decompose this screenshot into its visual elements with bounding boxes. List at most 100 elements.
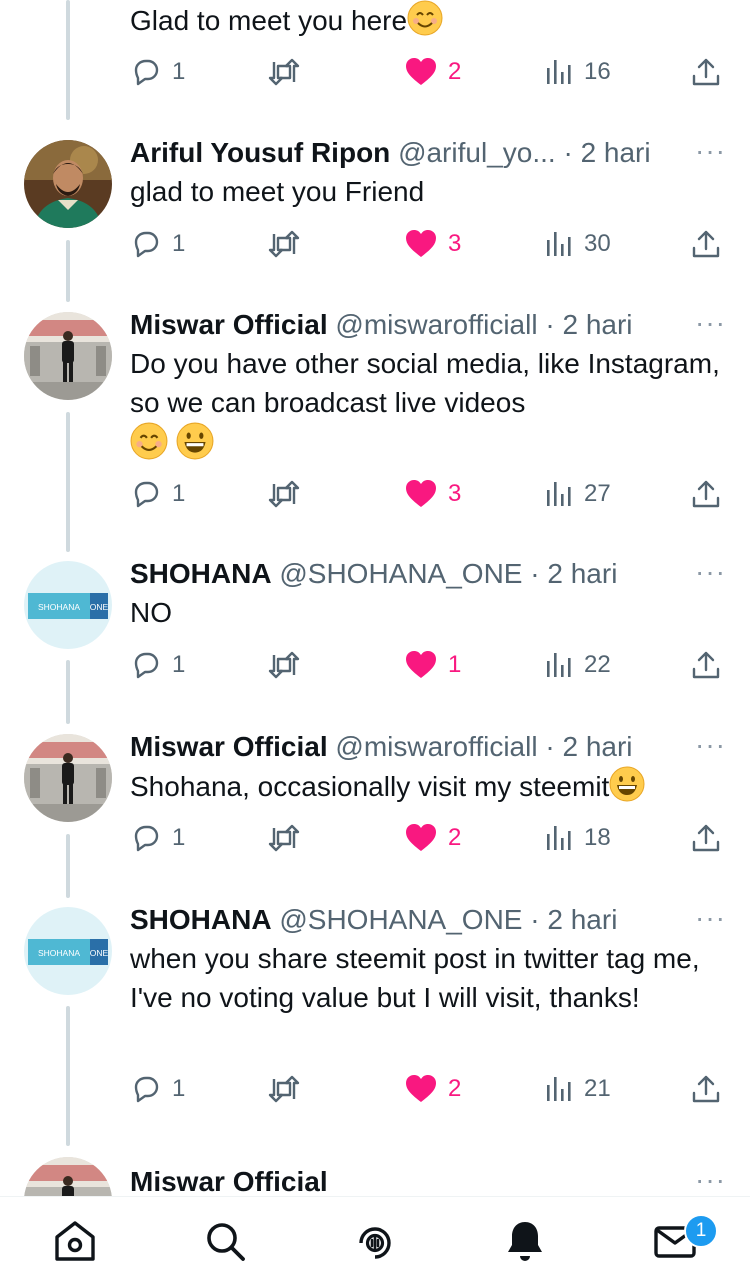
reply-button[interactable]: 1 — [130, 645, 185, 685]
view-count: 16 — [584, 58, 611, 85]
share-icon — [692, 58, 720, 86]
retweet-icon — [268, 824, 300, 852]
retweet-button[interactable] — [266, 1069, 302, 1109]
reply-button[interactable]: 1 — [130, 224, 185, 264]
logo-text: SHOHANA — [38, 602, 80, 612]
like-button[interactable]: 3 — [404, 474, 461, 514]
author-name[interactable]: Ariful Yousuf Ripon — [130, 137, 390, 168]
author-handle[interactable]: @SHOHANA_ONE — [279, 904, 522, 935]
reply-button[interactable]: 1 — [130, 474, 185, 514]
more-options-icon[interactable]: ··· — [695, 134, 726, 168]
share-button[interactable] — [690, 52, 722, 92]
more-options-icon[interactable]: ··· — [695, 306, 726, 340]
more-options-icon[interactable]: ··· — [695, 555, 726, 589]
avatar[interactable] — [24, 312, 112, 400]
reply-button[interactable]: 1 — [130, 1069, 185, 1109]
tweet-actions: 1 3 30 — [130, 224, 724, 264]
reply-icon — [134, 1076, 159, 1103]
reply-icon — [134, 481, 159, 508]
share-icon — [692, 230, 720, 258]
author-name[interactable]: Miswar Official — [130, 1166, 328, 1196]
author-handle[interactable]: @ariful_yo... — [398, 137, 556, 168]
thread-line — [66, 240, 70, 302]
avatar[interactable] — [24, 1157, 112, 1196]
tweet-text: Do you have other social media, like Ins… — [130, 348, 720, 418]
retweet-button[interactable] — [266, 645, 302, 685]
notifications-icon[interactable] — [501, 1217, 549, 1265]
more-options-icon[interactable]: ··· — [695, 901, 726, 935]
timestamp[interactable]: 2 hari — [581, 137, 651, 168]
like-count: 2 — [448, 58, 462, 85]
views-button[interactable]: 21 — [544, 1069, 611, 1109]
tweet-header: SHOHANA @SHOHANA_ONE · 2 hari — [130, 555, 726, 593]
author-handle[interactable]: @SHOHANA_ONE — [279, 558, 522, 589]
avatar[interactable] — [24, 734, 112, 822]
timestamp[interactable]: 2 hari — [547, 904, 617, 935]
retweet-icon — [268, 230, 300, 258]
retweet-icon — [268, 651, 300, 679]
view-count: 18 — [584, 824, 611, 851]
tweet-actions: 1 1 22 — [130, 645, 724, 685]
reply-button[interactable]: 1 — [130, 52, 185, 92]
like-button[interactable]: 2 — [404, 1069, 461, 1109]
like-count: 3 — [448, 480, 462, 507]
separator: · — [530, 904, 540, 935]
author-name[interactable]: Miswar Official — [130, 309, 328, 340]
views-icon — [547, 653, 571, 677]
heart-icon — [406, 480, 436, 507]
views-icon — [547, 60, 571, 84]
reply-count: 1 — [172, 824, 186, 851]
retweet-button[interactable] — [266, 224, 302, 264]
tweet-header: SHOHANA @SHOHANA_ONE · 2 hari — [130, 901, 726, 939]
tweet-header: Ariful Yousuf Ripon @ariful_yo... · 2 ha… — [130, 134, 726, 172]
avatar[interactable]: SHOHANA ONE — [24, 561, 112, 649]
author-name[interactable]: SHOHANA — [130, 558, 272, 589]
like-count: 1 — [448, 651, 462, 678]
views-button[interactable]: 16 — [544, 52, 611, 92]
share-button[interactable] — [690, 645, 722, 685]
more-options-icon[interactable]: ··· — [695, 728, 726, 762]
avatar[interactable] — [24, 140, 112, 228]
author-handle[interactable]: @miswarofficiall — [335, 309, 537, 340]
tweet-header: Miswar Official @miswarofficiall · 2 har… — [130, 306, 726, 344]
logo-text: ONE — [90, 602, 109, 612]
timestamp[interactable]: 2 hari — [547, 558, 617, 589]
views-icon — [547, 232, 571, 256]
views-button[interactable]: 30 — [544, 224, 611, 264]
author-handle[interactable]: @miswarofficiall — [335, 731, 537, 762]
author-name[interactable]: SHOHANA — [130, 904, 272, 935]
share-button[interactable] — [690, 224, 722, 264]
grinning-face-emoji — [609, 766, 645, 812]
like-button[interactable]: 3 — [404, 224, 461, 264]
views-button[interactable]: 27 — [544, 474, 611, 514]
search-icon[interactable] — [201, 1217, 249, 1265]
retweet-button[interactable] — [266, 818, 302, 858]
reply-icon — [134, 825, 159, 852]
home-icon[interactable] — [51, 1217, 99, 1265]
like-button[interactable]: 2 — [404, 52, 461, 92]
views-icon — [547, 826, 571, 850]
logo-text: ONE — [90, 948, 109, 958]
reply-button[interactable]: 1 — [130, 818, 185, 858]
avatar[interactable]: SHOHANA ONE — [24, 907, 112, 995]
views-button[interactable]: 22 — [544, 645, 611, 685]
like-button[interactable]: 2 — [404, 818, 461, 858]
retweet-button[interactable] — [266, 474, 302, 514]
more-options-icon[interactable]: ··· — [695, 1163, 726, 1196]
timestamp[interactable]: 2 hari — [562, 309, 632, 340]
views-button[interactable]: 18 — [544, 818, 611, 858]
share-button[interactable] — [690, 1069, 722, 1109]
grinning-face-emoji — [176, 422, 214, 470]
smiling-face-emoji — [130, 422, 168, 470]
like-button[interactable]: 1 — [404, 645, 461, 685]
share-button[interactable] — [690, 818, 722, 858]
spaces-icon[interactable] — [351, 1217, 399, 1265]
retweet-button[interactable] — [266, 52, 302, 92]
timestamp[interactable]: 2 hari — [562, 731, 632, 762]
tweet-actions: 1 3 27 — [130, 474, 724, 514]
tweet-text: glad to meet you Friend — [130, 176, 425, 207]
view-count: 22 — [584, 651, 611, 678]
author-name[interactable]: Miswar Official — [130, 731, 328, 762]
thread-line — [66, 1006, 70, 1146]
share-button[interactable] — [690, 474, 722, 514]
